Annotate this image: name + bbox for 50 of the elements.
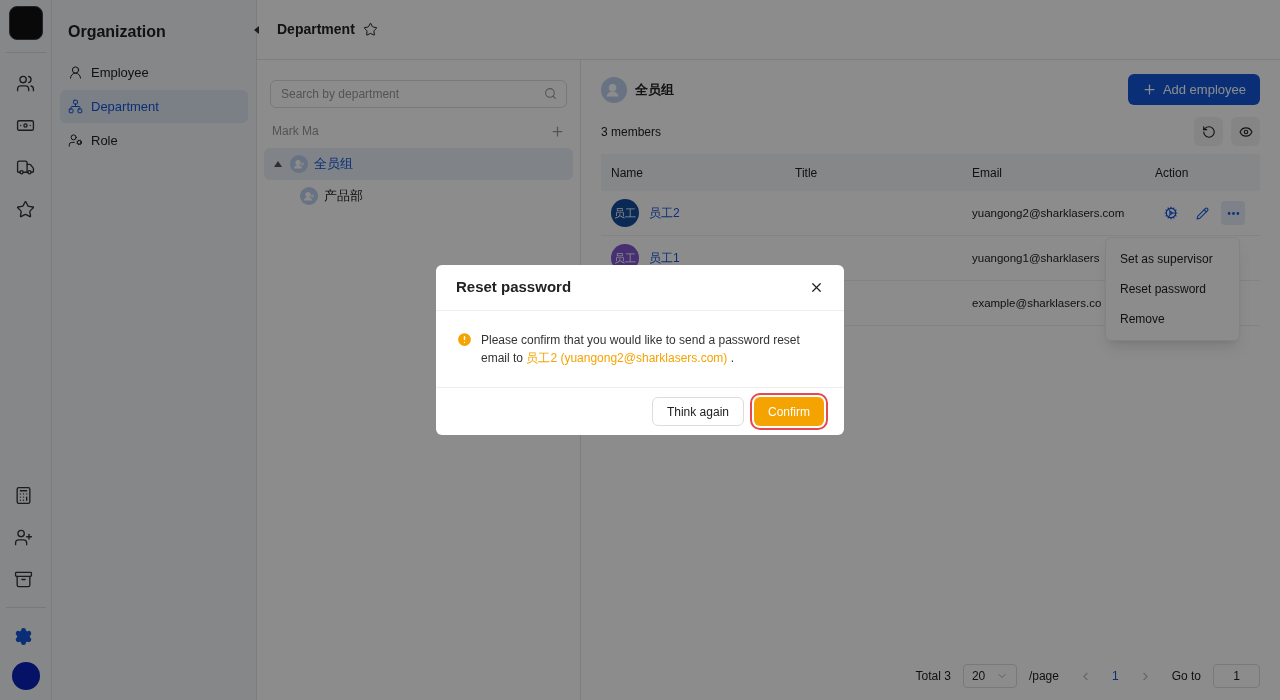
group-name: 全员组 — [635, 80, 674, 99]
hierarchy-icon — [68, 99, 83, 114]
menu-item[interactable]: Set as supervisor — [1106, 244, 1239, 274]
column-header: Email — [972, 164, 1003, 182]
person-gear-icon — [68, 133, 83, 148]
dialog-title: Reset password — [456, 277, 572, 298]
sidebar-title: Organization — [67, 22, 167, 42]
logo-image-placeholder[interactable] — [8, 6, 43, 40]
member-count: 3 members — [601, 123, 662, 141]
owner-name: Mark Ma — [272, 123, 319, 140]
column-header: Action — [1155, 164, 1190, 182]
page-number[interactable]: 1 — [1103, 667, 1127, 685]
dialog-message: Please confirm that you would like to send a password reset email to 员工2 (yuangong2@sharklasers.com) . — [481, 332, 801, 367]
column-header: Name — [611, 164, 644, 182]
group-icon — [290, 155, 308, 173]
tree-item[interactable]: 全员组 — [264, 148, 573, 180]
employee-name-link[interactable]: 员工1 — [649, 249, 680, 267]
page-size-select[interactable]: 20 — [962, 664, 1017, 688]
menu-item[interactable]: Remove — [1106, 304, 1239, 334]
group-icon — [300, 187, 318, 205]
department-name: 全员组 — [314, 155, 353, 174]
person-icon — [68, 65, 83, 80]
email-cell: example@sharklasers.co — [972, 296, 1102, 309]
refresh-icon[interactable] — [1194, 117, 1223, 146]
plus-icon — [1141, 82, 1157, 97]
email-cell: yuangong2@sharklasers.com — [972, 206, 1125, 219]
department-name: 产品部 — [324, 187, 363, 206]
tree-item[interactable]: 产品部 — [264, 180, 573, 212]
eye-icon[interactable] — [1231, 117, 1260, 146]
warning-icon — [456, 331, 473, 348]
star-icon[interactable] — [362, 22, 378, 37]
group-icon — [601, 76, 627, 103]
go-to-label: Go to — [1171, 668, 1201, 685]
menu-item[interactable]: Reset password — [1106, 274, 1239, 304]
employee-name-link[interactable]: 员工2 — [649, 204, 680, 222]
email-cell: yuangong1@sharklasers — [972, 251, 1100, 264]
total-count: Total 3 — [915, 668, 951, 685]
per-page-label: /page — [1028, 668, 1059, 685]
more-icon[interactable] — [1221, 201, 1245, 225]
cancel-button[interactable]: Think again — [651, 397, 744, 426]
page-input[interactable]: 1 — [1213, 664, 1260, 688]
column-header: Title — [795, 164, 819, 182]
sidebar-item[interactable]: Employee — [60, 56, 248, 89]
close-icon[interactable] — [809, 280, 824, 295]
sidebar-item[interactable]: Department — [60, 90, 248, 123]
search-icon — [544, 87, 557, 100]
page-title: Department — [277, 20, 355, 39]
avatar: 员工 — [611, 199, 639, 227]
add-employee-button[interactable]: Add employee — [1127, 74, 1260, 105]
sidebar-item[interactable]: Role — [60, 124, 248, 157]
